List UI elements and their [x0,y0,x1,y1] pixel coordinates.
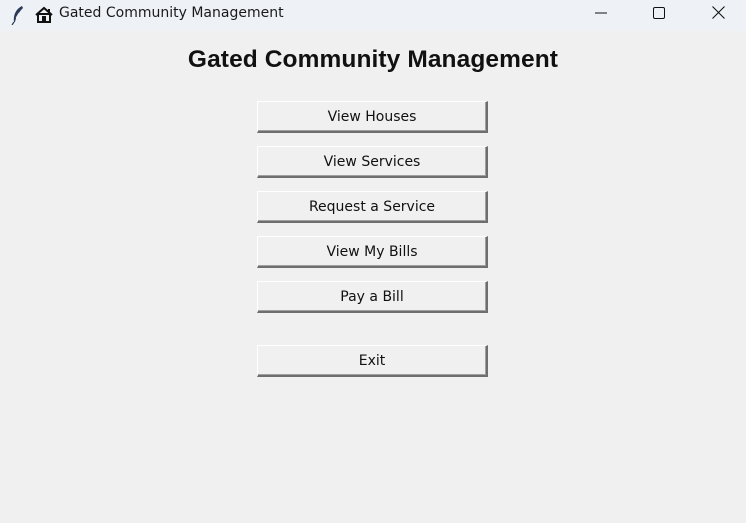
feather-icon [8,5,28,25]
view-my-bills-button[interactable]: View My Bills [257,236,488,268]
pay-bill-label: Pay a Bill [340,288,404,305]
page-title: Gated Community Management [187,46,559,73]
minimize-button[interactable] [578,0,624,27]
pay-bill-button[interactable]: Pay a Bill [257,281,488,313]
view-services-label: View Services [323,153,421,170]
window-title: Gated Community Management [59,5,284,21]
view-my-bills-label: View My Bills [326,243,418,260]
app-window: Gated Community Management Gated Communi… [0,0,746,523]
request-service-label: Request a Service [308,198,436,215]
exit-button[interactable]: Exit [257,345,488,377]
close-button[interactable] [695,0,741,27]
exit-label: Exit [358,352,386,369]
minimize-icon [595,4,607,23]
close-icon [711,4,725,23]
maximize-icon [653,4,665,23]
maximize-button[interactable] [636,0,682,27]
request-service-button[interactable]: Request a Service [257,191,488,223]
view-services-button[interactable]: View Services [257,146,488,178]
title-bar[interactable]: Gated Community Management [0,0,746,31]
view-houses-button[interactable]: View Houses [257,101,488,133]
house-icon [34,5,54,25]
view-houses-label: View Houses [327,108,417,125]
